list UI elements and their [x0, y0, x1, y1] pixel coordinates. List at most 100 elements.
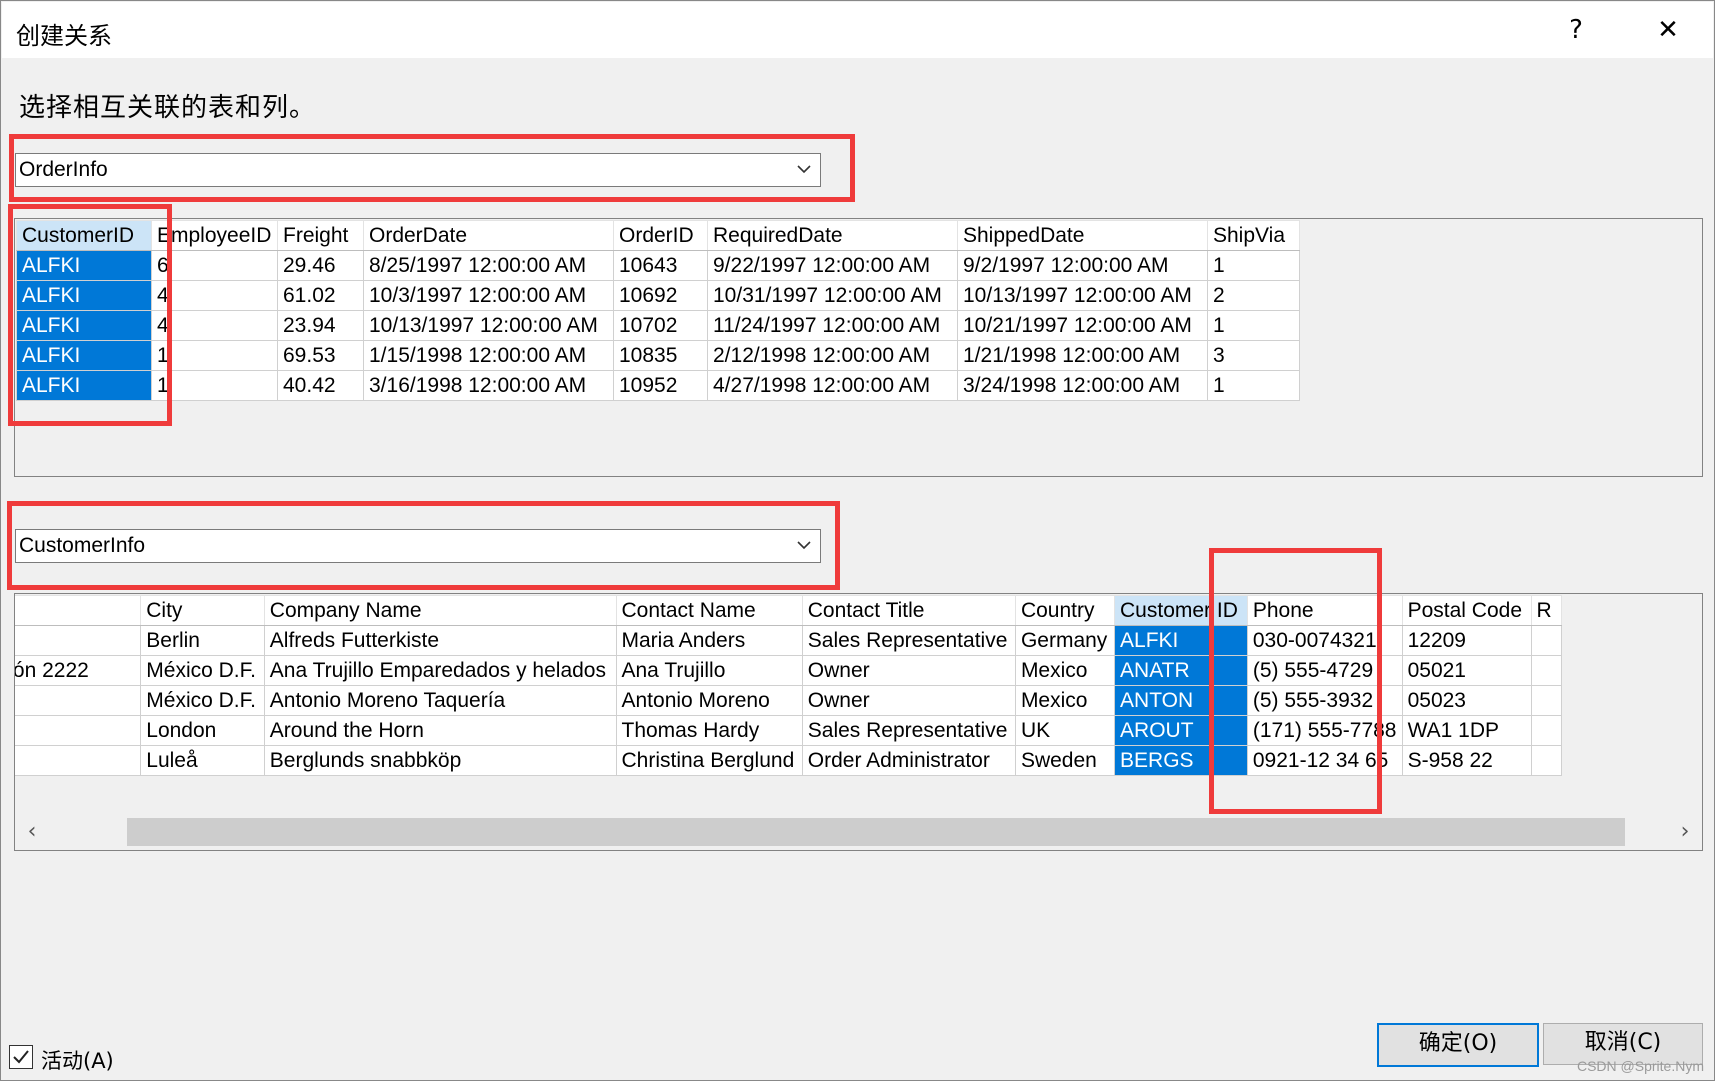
ok-button[interactable]: 确定(O) [1377, 1023, 1539, 1067]
primary-table-cell[interactable]: 3 [1207, 340, 1300, 371]
primary-column-header[interactable]: OrderID [613, 220, 708, 251]
related-column-header[interactable]: R [1530, 595, 1563, 626]
primary-table-row[interactable]: ALFKI 4 23.94 10/13/1997 12:00:00 AM 10702 11… [16, 310, 1300, 341]
related-table-cell[interactable]: (171) 555-7788 [1246, 715, 1403, 746]
related-table-cell[interactable]: ANTON [1114, 685, 1248, 716]
related-column-header[interactable]: Company Name [263, 595, 617, 626]
related-table-cell[interactable]: 0921-12 34 65 [1246, 745, 1403, 776]
primary-table-cell[interactable]: 10643 [613, 250, 708, 281]
related-table-cell[interactable]: Alfreds Futterkiste [263, 625, 617, 656]
related-table-cell[interactable]: Ana Trujillo Emparedados y helados [263, 655, 617, 686]
related-table-cell[interactable]: 05023 [1401, 685, 1532, 716]
related-table-cell[interactable]: WA1 1DP [1401, 715, 1532, 746]
related-column-header[interactable]: Contact Title [801, 595, 1016, 626]
primary-table-cell[interactable]: 1 [151, 340, 278, 371]
related-table-cell[interactable]: Berglunds snabbköp [263, 745, 617, 776]
related-table-cell[interactable]: over Sq. [15, 715, 142, 746]
primary-table-cell[interactable]: ALFKI [16, 370, 152, 401]
related-table-cell[interactable]: México D.F. [140, 685, 265, 716]
primary-table-cell[interactable]: 69.53 [277, 340, 364, 371]
primary-table-cell[interactable]: 2/12/1998 12:00:00 AM [707, 340, 958, 371]
primary-table-row[interactable]: ALFKI 6 29.46 8/25/1997 12:00:00 AM 10643 9/2… [16, 250, 1300, 281]
related-column-header[interactable]: Postal Code [1401, 595, 1532, 626]
related-table-cell[interactable]: Germany [1014, 625, 1116, 656]
primary-table-cell[interactable]: 10702 [613, 310, 708, 341]
primary-table-cell[interactable]: 1/21/1998 12:00:00 AM [957, 340, 1208, 371]
related-table-cell[interactable] [1530, 655, 1563, 686]
related-table-cell[interactable]: Mexico [1014, 655, 1116, 686]
related-table-cell[interactable]: Ana Trujillo [615, 655, 803, 686]
related-column-header[interactable]: Contact Name [615, 595, 803, 626]
primary-column-header[interactable]: RequiredDate [707, 220, 958, 251]
close-button[interactable]: ✕ [1646, 10, 1690, 50]
primary-table-cell[interactable]: 8/25/1997 12:00:00 AM [363, 250, 614, 281]
related-table-cell[interactable]: Luleå [140, 745, 265, 776]
related-table-cell[interactable]: (5) 555-4729 [1246, 655, 1403, 686]
related-column-header[interactable]: Country [1014, 595, 1116, 626]
primary-column-header[interactable]: ShippedDate [957, 220, 1208, 251]
primary-table-cell[interactable]: 10/21/1997 12:00:00 AM [957, 310, 1208, 341]
related-table-cell[interactable]: (5) 555-3932 [1246, 685, 1403, 716]
related-table-cell[interactable] [1530, 745, 1563, 776]
primary-table-cell[interactable]: 4 [151, 310, 278, 341]
primary-table-cell[interactable]: 4/27/1998 12:00:00 AM [707, 370, 958, 401]
related-table-cell[interactable] [1530, 685, 1563, 716]
primary-table-cell[interactable]: ALFKI [16, 340, 152, 371]
primary-table-cell[interactable]: 6 [151, 250, 278, 281]
related-table-cell[interactable]: e la Constitución 2222 [15, 655, 142, 686]
related-table-cell[interactable]: 030-0074321 [1246, 625, 1403, 656]
related-column-header[interactable]: s [15, 595, 142, 626]
primary-table-cell[interactable]: 40.42 [277, 370, 364, 401]
primary-table-cell[interactable]: 9/22/1997 12:00:00 AM [707, 250, 958, 281]
primary-table-cell[interactable]: 11/24/1997 12:00:00 AM [707, 310, 958, 341]
primary-table-combobox[interactable]: OrderInfo [15, 153, 821, 187]
primary-table-row[interactable]: ALFKI 1 69.53 1/15/1998 12:00:00 AM 10835 2/1… [16, 340, 1300, 371]
primary-table-cell[interactable]: 1 [1207, 370, 1300, 401]
primary-table-cell[interactable]: 10835 [613, 340, 708, 371]
related-table-cell[interactable]: BERGS [1114, 745, 1248, 776]
primary-table-cell[interactable]: 10/31/1997 12:00:00 AM [707, 280, 958, 311]
primary-table-cell[interactable]: ALFKI [16, 250, 152, 281]
primary-table-cell[interactable]: 1 [1207, 310, 1300, 341]
related-column-header[interactable]: Customer ID [1114, 595, 1248, 626]
related-column-header[interactable]: Phone [1246, 595, 1403, 626]
related-table-cell[interactable]: Berlin [140, 625, 265, 656]
primary-column-header[interactable]: EmployeeID [151, 220, 278, 251]
related-table-cell[interactable]: Antonio Moreno Taquería [263, 685, 617, 716]
primary-table-cell[interactable]: 3/16/1998 12:00:00 AM [363, 370, 614, 401]
primary-table-row[interactable]: ALFKI 4 61.02 10/3/1997 12:00:00 AM 10692 10/… [16, 280, 1300, 311]
related-table-row[interactable]: vägen 8LuleåBerglunds snabbköpChristina … [15, 745, 1563, 776]
primary-table-row[interactable]: ALFKI 1 40.42 3/16/1998 12:00:00 AM 10952 4/2… [16, 370, 1300, 401]
related-table-cell[interactable]: vägen 8 [15, 745, 142, 776]
scrollbar-thumb[interactable] [127, 818, 1625, 846]
primary-table-cell[interactable]: 10/13/1997 12:00:00 AM [957, 280, 1208, 311]
related-table-cell[interactable]: Order Administrator [801, 745, 1016, 776]
primary-column-header[interactable]: OrderDate [363, 220, 614, 251]
related-table-cell[interactable]: Thomas Hardy [615, 715, 803, 746]
related-table-cell[interactable]: os 2312 [15, 685, 142, 716]
scroll-right-button[interactable]: › [1668, 816, 1702, 848]
related-table-cell[interactable]: Owner [801, 685, 1016, 716]
related-column-header[interactable]: City [140, 595, 265, 626]
related-table-cell[interactable]: UK [1014, 715, 1116, 746]
help-button[interactable]: ? [1554, 10, 1598, 50]
primary-table-cell[interactable]: 1 [1207, 250, 1300, 281]
primary-table-cell[interactable]: ALFKI [16, 280, 152, 311]
active-checkbox[interactable] [9, 1045, 33, 1069]
related-table-cell[interactable]: Sweden [1014, 745, 1116, 776]
related-table-cell[interactable]: London [140, 715, 265, 746]
primary-table-cell[interactable]: 1/15/1998 12:00:00 AM [363, 340, 614, 371]
related-table-row[interactable]: tr. 57BerlinAlfreds FutterkisteMaria And… [15, 625, 1563, 656]
related-table-cell[interactable]: Sales Representative [801, 715, 1016, 746]
related-table-cell[interactable]: tr. 57 [15, 625, 142, 656]
primary-table-cell[interactable]: 10692 [613, 280, 708, 311]
related-table-cell[interactable]: S-958 22 [1401, 745, 1532, 776]
primary-table-cell[interactable]: 29.46 [277, 250, 364, 281]
horizontal-scrollbar[interactable]: ‹ › [15, 816, 1702, 848]
related-table-cell[interactable]: Owner [801, 655, 1016, 686]
primary-table-cell[interactable]: 23.94 [277, 310, 364, 341]
related-table-cell[interactable]: 12209 [1401, 625, 1532, 656]
related-table-row[interactable]: os 2312México D.F.Antonio Moreno Taquerí… [15, 685, 1563, 716]
related-table-cell[interactable]: ALFKI [1114, 625, 1248, 656]
related-table-cell[interactable]: Maria Anders [615, 625, 803, 656]
